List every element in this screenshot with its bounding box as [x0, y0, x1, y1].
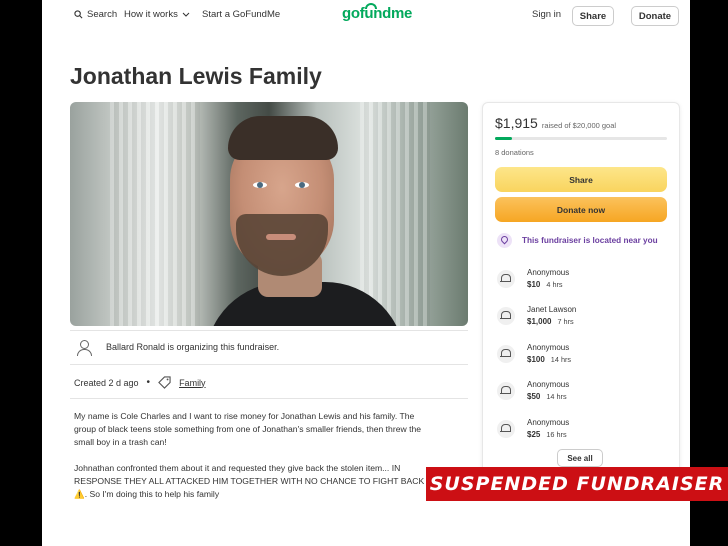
photo-hair: [228, 116, 338, 160]
donor-amount: $10: [527, 280, 541, 289]
banner-text: SUSPENDED FUNDRAISER: [429, 473, 725, 495]
donations-count: 8 donations: [495, 148, 534, 157]
how-it-works-label: How it works: [124, 9, 178, 20]
meta-separator: •: [146, 377, 151, 388]
photo-eye-left: [253, 182, 267, 188]
donor-row: Anonymous $10 4 hrs: [497, 267, 569, 291]
donor-row: Janet Lawson $1,000 7 hrs: [497, 304, 576, 328]
nav-share-label: Share: [579, 10, 607, 22]
story-paragraph: Johnathan confronted them about it and r…: [74, 463, 425, 499]
share-button-label: Share: [569, 174, 593, 185]
progress-fill: [495, 137, 512, 140]
donor-row: Anonymous $50 14 hrs: [497, 379, 569, 403]
organizer-row: Ballard Ronald is organizing this fundra…: [74, 337, 279, 357]
see-all-button[interactable]: See all: [557, 449, 603, 467]
story-paragraph: My name is Cole Charles and I want to ri…: [74, 411, 422, 447]
search-label: Search: [87, 9, 118, 20]
donor-time: 14 hrs: [546, 392, 567, 401]
tag-icon: [158, 376, 171, 389]
donor-row: Anonymous $100 14 hrs: [497, 342, 571, 366]
donate-button-label: Donate now: [556, 204, 606, 215]
raised-amount: $1,915: [495, 115, 538, 131]
donor-time: 7 hrs: [557, 317, 574, 326]
donation-icon: [497, 420, 515, 438]
donor-info: Anonymous $100 14 hrs: [527, 342, 571, 366]
location-pin-icon: [497, 233, 512, 248]
gofundme-logo[interactable]: gofundme: [342, 3, 413, 22]
divider-mid: [70, 364, 468, 365]
campaign-photo[interactable]: [70, 102, 468, 326]
how-it-works-menu[interactable]: How it works: [124, 9, 190, 20]
donor-info: Anonymous $10 4 hrs: [527, 267, 569, 291]
logo-sun-icon: [365, 3, 377, 9]
sign-in-link[interactable]: Sign in: [532, 9, 561, 20]
suspended-banner: SUSPENDED FUNDRAISER: [426, 467, 728, 501]
donor-name: Anonymous: [527, 380, 570, 389]
donor-info: Anonymous $25 16 hrs: [527, 417, 569, 441]
start-gofundme-link[interactable]: Start a GoFundMe: [202, 9, 280, 20]
share-button[interactable]: Share: [495, 167, 667, 192]
organizer-text: Ballard Ronald is organizing this fundra…: [106, 342, 280, 352]
top-nav: Search How it works Start a GoFundMe gof…: [42, 0, 690, 32]
near-you-text: This fundraiser is located near you: [522, 236, 658, 245]
goal-text: raised of $20,000 goal: [541, 121, 617, 130]
sign-in-label: Sign in: [532, 9, 562, 20]
divider-top: [70, 330, 468, 331]
progress-bar: [495, 137, 667, 140]
donation-icon: [497, 382, 515, 400]
chevron-down-icon: [182, 12, 190, 17]
donor-row: Anonymous $25 16 hrs: [497, 417, 569, 441]
donor-time: 16 hrs: [546, 430, 567, 439]
donor-name: Janet Lawson: [527, 305, 577, 314]
donation-icon: [497, 270, 515, 288]
near-you-notice: This fundraiser is located near you: [497, 233, 658, 248]
nav-donate-button[interactable]: Donate: [631, 6, 679, 26]
donor-info: Anonymous $50 14 hrs: [527, 379, 569, 403]
donor-time: 14 hrs: [550, 355, 572, 364]
see-all-label: See all: [567, 453, 593, 463]
search-icon: [74, 10, 83, 19]
photo-mouth: [266, 234, 296, 240]
campaign-title: Jonathan Lewis Family: [70, 63, 322, 89]
divider-story: [70, 398, 468, 399]
raised-summary: $1,915 raised of $20,000 goal: [495, 115, 616, 131]
nav-donate-label: Donate: [638, 10, 672, 22]
search-link[interactable]: Search: [74, 9, 117, 20]
person-icon: [74, 337, 94, 357]
photo-eye-right: [295, 182, 309, 188]
logo-text: gofundme: [342, 5, 413, 22]
curtain-left: [110, 102, 200, 326]
donor-amount: $1,000: [527, 317, 552, 326]
start-gofundme-label: Start a GoFundMe: [202, 9, 281, 20]
donor-amount: $25: [527, 430, 541, 439]
donate-now-button[interactable]: Donate now: [495, 197, 667, 222]
curtain-right: [360, 102, 430, 326]
category-link[interactable]: Family: [179, 378, 206, 388]
donor-info: Janet Lawson $1,000 7 hrs: [527, 304, 576, 328]
campaign-story: My name is Cole Charles and I want to ri…: [74, 410, 434, 514]
donor-amount: $100: [527, 355, 545, 364]
nav-share-button[interactable]: Share: [572, 6, 614, 26]
donation-icon: [497, 307, 515, 325]
donor-name: Anonymous: [527, 418, 570, 427]
donor-time: 4 hrs: [546, 280, 563, 289]
donor-name: Anonymous: [527, 268, 570, 277]
donor-amount: $50: [527, 392, 541, 401]
donor-name: Anonymous: [527, 343, 570, 352]
donation-sidebar: $1,915 raised of $20,000 goal 8 donation…: [482, 102, 680, 492]
campaign-meta: Created 2 d ago • Family: [74, 376, 206, 389]
donation-icon: [497, 345, 515, 363]
created-text: Created 2 d ago: [74, 377, 139, 388]
gofundme-page: Search How it works Start a GoFundMe gof…: [42, 0, 690, 546]
